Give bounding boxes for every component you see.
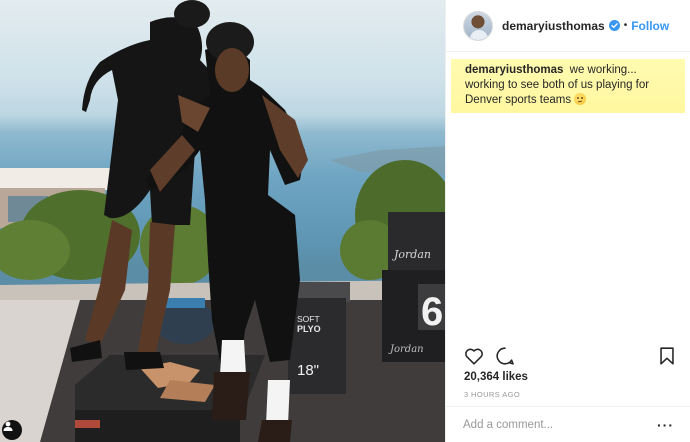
- jordan-box-brand-2: Jordan: [388, 344, 424, 355]
- post-header: demaryiusthomas • Follow: [446, 0, 690, 52]
- caption-username[interactable]: demaryiusthomas: [465, 64, 563, 76]
- plyo-label-1: SOFT: [297, 314, 320, 324]
- verified-badge-icon: [608, 20, 620, 31]
- plyo-size: 18": [297, 362, 319, 379]
- post-actions: [463, 344, 678, 368]
- more-options-icon[interactable]: ···: [657, 417, 674, 433]
- header-separator: •: [623, 20, 628, 31]
- avatar[interactable]: [463, 10, 493, 41]
- photo-scene: Jordan Jordan 6 SOFT PLYO 18": [0, 0, 445, 442]
- jordan-box-number: 6: [421, 290, 443, 334]
- comment-bar: ···: [446, 406, 690, 442]
- user-tag-icon[interactable]: [2, 420, 22, 440]
- likes-count[interactable]: 20,364 likes: [464, 371, 528, 383]
- comment-icon[interactable]: [494, 345, 516, 367]
- post-side-panel: demaryiusthomas • Follow demaryiusthomas…: [445, 0, 690, 442]
- post-photo[interactable]: Jordan Jordan 6 SOFT PLYO 18": [0, 0, 445, 442]
- caption-block: demaryiusthomas we working... working to…: [451, 59, 685, 113]
- heart-icon[interactable]: [463, 345, 485, 367]
- plyo-label-2: PLYO: [297, 324, 321, 334]
- header-username[interactable]: demaryiusthomas: [502, 19, 605, 33]
- follow-button[interactable]: Follow: [631, 19, 669, 33]
- caption: demaryiusthomas we working... working to…: [451, 59, 685, 113]
- post-timestamp[interactable]: 3 HOURS AGO: [464, 390, 520, 399]
- bookmark-icon[interactable]: [656, 345, 678, 367]
- smile-emoji-icon: [574, 93, 587, 105]
- comment-input[interactable]: [463, 418, 643, 431]
- jordan-box-brand-1: Jordan: [392, 248, 431, 261]
